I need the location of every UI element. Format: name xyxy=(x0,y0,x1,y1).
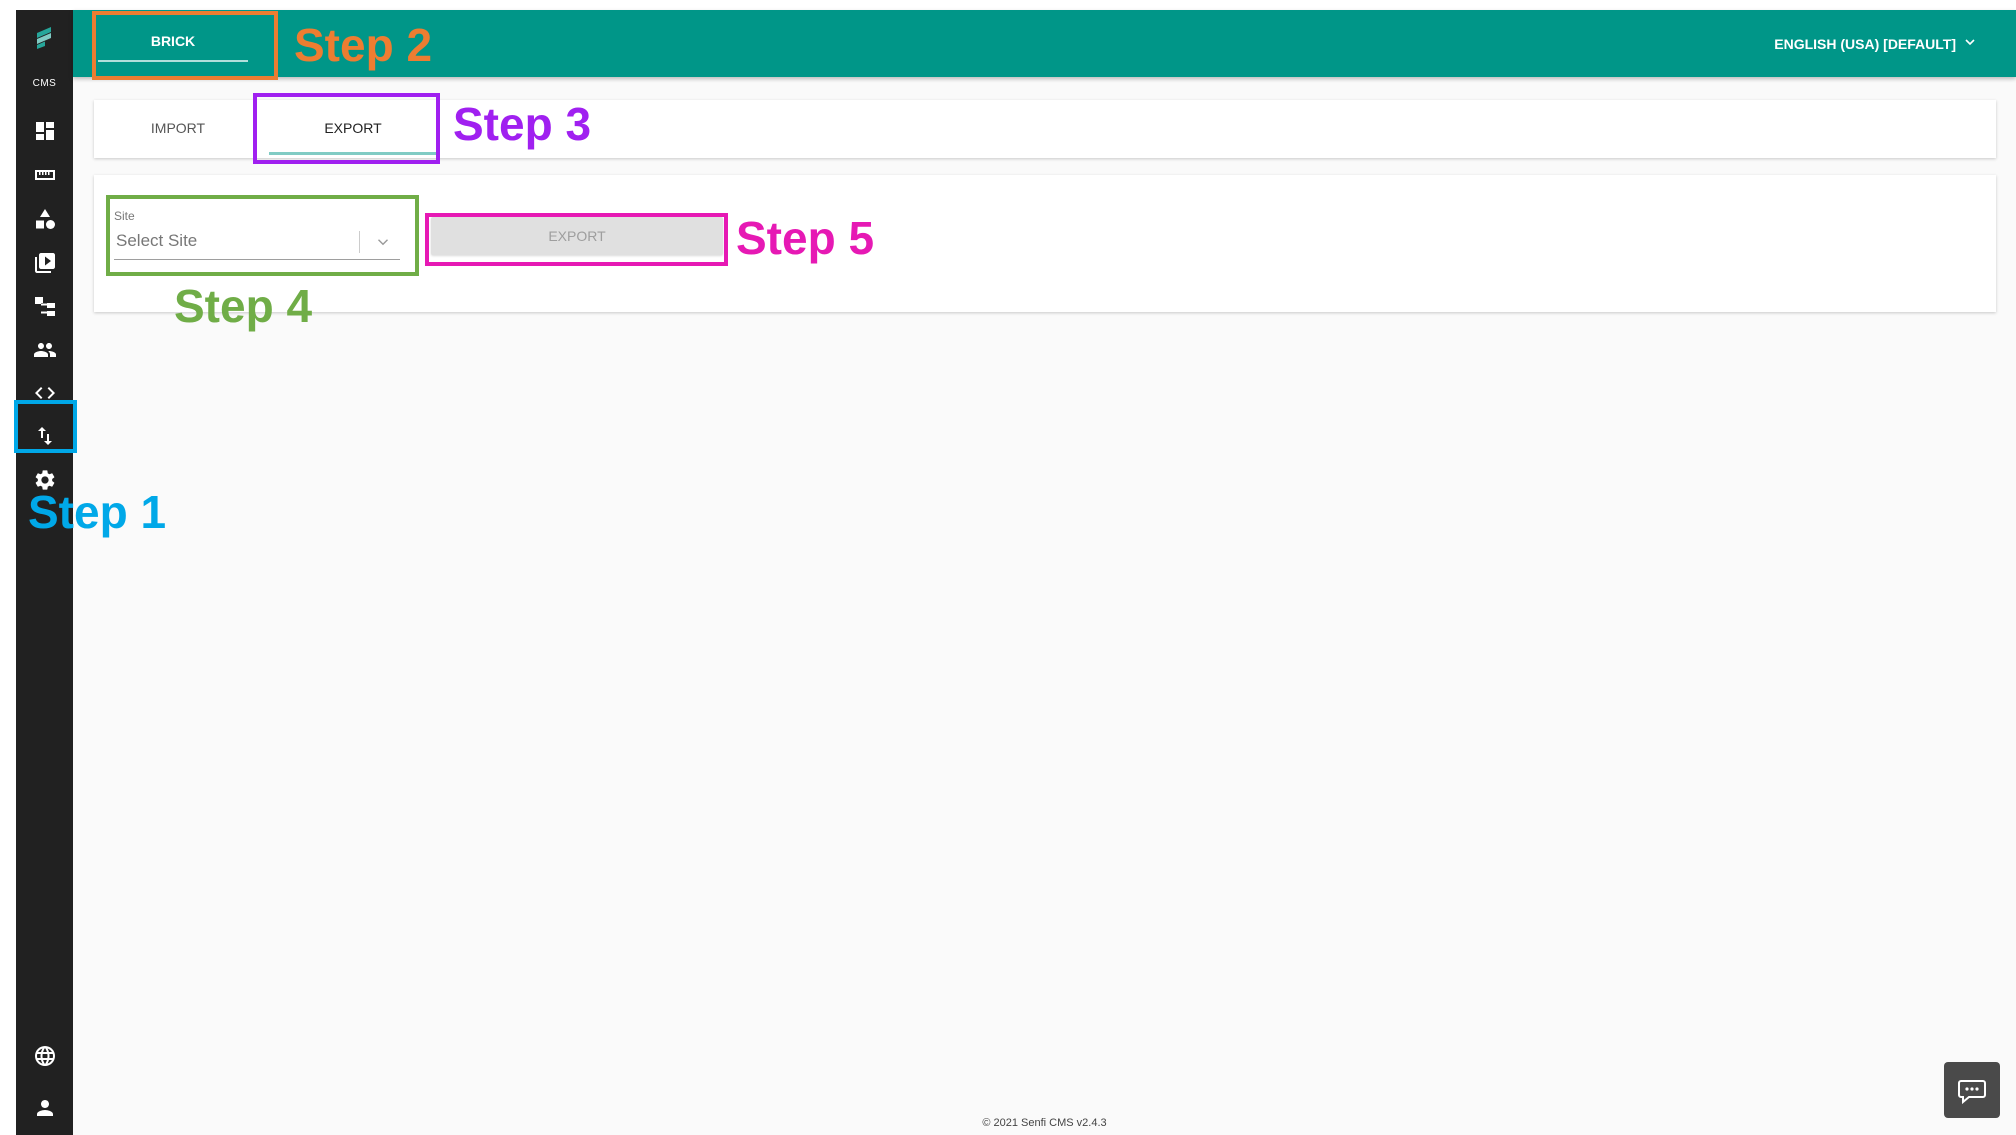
footer-copyright: © 2021 Senfi CMS v2.4.3 xyxy=(982,1117,1107,1129)
step-4-highlight xyxy=(106,195,419,276)
ruler-icon[interactable] xyxy=(32,162,58,188)
sitemap-icon[interactable] xyxy=(32,293,58,319)
step-3-label: Step 3 xyxy=(453,98,592,150)
chat-button[interactable] xyxy=(1944,1062,2000,1118)
step-1-label: Step 1 xyxy=(28,486,167,538)
step-5-label: Step 5 xyxy=(736,212,875,264)
logo-icon[interactable] xyxy=(32,24,58,50)
sidebar: CMS xyxy=(16,10,73,1135)
globe-icon[interactable] xyxy=(32,1043,58,1069)
main-content: BRICK ENGLISH (USA) [DEFAULT] IMPORT EXP… xyxy=(73,10,2016,1135)
chat-icon xyxy=(1958,1080,1986,1105)
chevron-down-icon xyxy=(1962,34,1978,53)
step-5-highlight xyxy=(425,213,728,266)
user-icon[interactable] xyxy=(32,1095,58,1121)
shapes-icon[interactable] xyxy=(32,206,58,232)
step-4-label: Step 4 xyxy=(174,280,313,332)
step-2-label: Step 2 xyxy=(294,19,433,71)
tab-import[interactable]: IMPORT xyxy=(94,100,262,158)
step-3-highlight xyxy=(253,93,440,164)
language-selector[interactable]: ENGLISH (USA) [DEFAULT] xyxy=(1774,34,1978,53)
language-label: ENGLISH (USA) [DEFAULT] xyxy=(1774,35,1956,52)
people-icon[interactable] xyxy=(32,337,58,363)
step-2-highlight xyxy=(92,11,278,80)
step-1-highlight xyxy=(14,400,77,453)
cms-label: CMS xyxy=(32,78,57,89)
media-library-icon[interactable] xyxy=(32,250,58,276)
dashboard-icon[interactable] xyxy=(32,118,58,144)
